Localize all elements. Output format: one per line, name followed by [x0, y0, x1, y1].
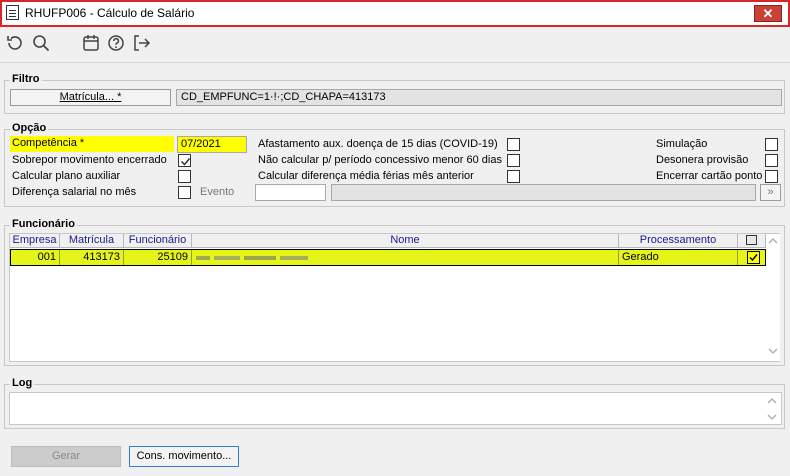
desonera-label: Desonera provisão: [656, 154, 749, 166]
competencia-label: Competência *: [10, 136, 174, 152]
name-redaction: [196, 256, 308, 260]
encerrar-label: Encerrar cartão ponto: [656, 170, 763, 182]
filter-field[interactable]: CD_EMPFUNC=1·!·;CD_CHAPA=413173: [176, 89, 782, 106]
calc-plano-label: Calcular plano auxiliar: [12, 170, 121, 182]
nao-calcular-label: Não calcular p/ período concessivo menor…: [258, 154, 502, 166]
column-header-select-all[interactable]: [738, 234, 766, 248]
matricula-button[interactable]: Matrícula... *: [10, 89, 171, 106]
diferenca-checkbox[interactable]: [178, 186, 191, 199]
sobrepor-checkbox[interactable]: [178, 154, 191, 167]
simulacao-label: Simulação: [656, 138, 708, 150]
column-header-empresa[interactable]: Empresa: [10, 234, 60, 248]
close-icon: ✕: [762, 6, 774, 21]
funcionario-grid: Empresa Matrícula Funcionário Nome Proce…: [9, 233, 780, 362]
competencia-input[interactable]: 07/2021: [177, 136, 247, 153]
filtro-label: Filtro: [10, 73, 42, 85]
row-checkbox[interactable]: [747, 251, 760, 264]
afastamento-label: Afastamento aux. doença de 15 dias (COVI…: [258, 138, 498, 150]
desonera-checkbox[interactable]: [765, 154, 778, 167]
calc-diferenca-label: Calcular diferença média férias mês ante…: [258, 170, 474, 182]
log-scroll-up-icon: [767, 398, 777, 404]
refresh-icon[interactable]: [5, 33, 25, 53]
diferenca-label: Diferença salarial no mês: [12, 186, 137, 198]
help-icon[interactable]: [106, 33, 126, 53]
column-header-nome[interactable]: Nome: [192, 234, 619, 248]
nao-calcular-checkbox[interactable]: [507, 154, 520, 167]
cell-funcionario: 25109: [124, 250, 192, 265]
close-button[interactable]: ✕: [754, 5, 782, 22]
calc-plano-checkbox[interactable]: [178, 170, 191, 183]
column-header-processamento[interactable]: Processamento: [619, 234, 738, 248]
exit-icon[interactable]: [131, 33, 151, 53]
column-header-matricula[interactable]: Matrícula: [60, 234, 124, 248]
funcionario-label: Funcionário: [10, 218, 77, 230]
cell-empresa: 001: [11, 250, 60, 265]
evento-description-field: [331, 184, 756, 201]
window-title: RHUFP006 - Cálculo de Salário: [25, 6, 195, 20]
sobrepor-label: Sobrepor movimento encerrado: [12, 154, 167, 166]
matricula-button-label: Matrícula... *: [59, 91, 122, 103]
log-textarea[interactable]: [9, 392, 782, 425]
gerar-button[interactable]: Gerar: [11, 446, 121, 467]
grid-scrollbar[interactable]: [766, 234, 780, 361]
lookup-icon: »: [767, 186, 774, 198]
select-all-checkbox[interactable]: [746, 235, 757, 245]
evento-code-input[interactable]: [255, 184, 326, 201]
evento-label: Evento: [200, 186, 235, 198]
afastamento-checkbox[interactable]: [507, 138, 520, 151]
cons-movimento-button[interactable]: Cons. movimento...: [129, 446, 239, 467]
toolbar-divider: [0, 62, 790, 63]
search-icon[interactable]: [31, 33, 51, 53]
evento-lookup-button[interactable]: »: [760, 184, 781, 201]
cell-matricula: 413173: [60, 250, 124, 265]
document-icon: [6, 5, 19, 20]
scroll-up-icon: [768, 238, 778, 244]
table-row[interactable]: 001 413173 25109 Gerado: [10, 249, 766, 266]
scroll-down-icon: [768, 348, 778, 354]
calendar-icon[interactable]: [81, 33, 101, 53]
encerrar-checkbox[interactable]: [765, 170, 778, 183]
log-scroll-down-icon: [767, 414, 777, 420]
column-header-funcionario[interactable]: Funcionário: [124, 234, 192, 248]
simulacao-checkbox[interactable]: [765, 138, 778, 151]
log-label: Log: [10, 377, 35, 389]
calc-diferenca-checkbox[interactable]: [507, 170, 520, 183]
cell-nome: [192, 250, 619, 265]
opcao-label: Opção: [10, 122, 49, 134]
cell-processamento: Gerado: [619, 250, 738, 265]
